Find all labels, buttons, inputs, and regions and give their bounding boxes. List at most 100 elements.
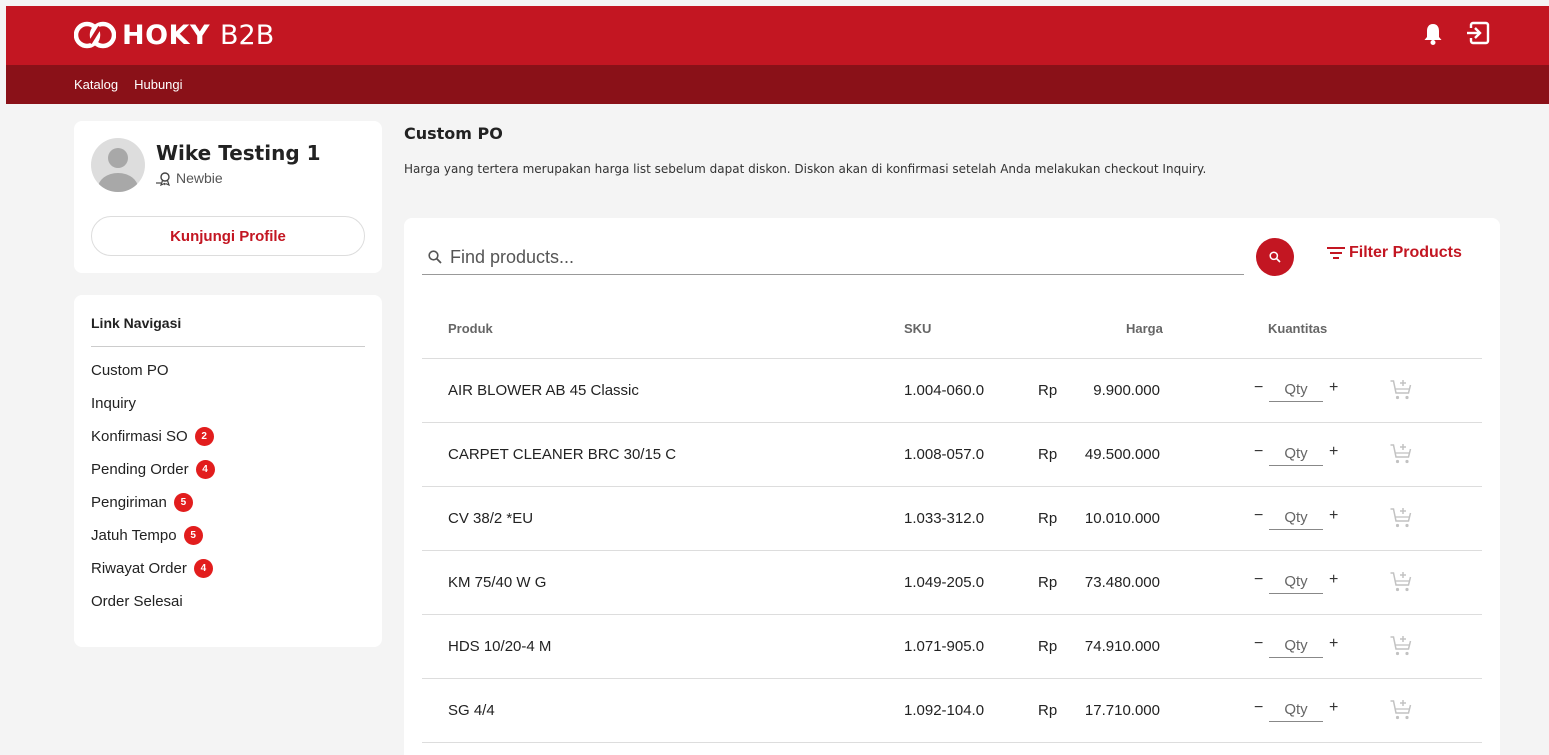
qty-increment-button[interactable]: + bbox=[1329, 635, 1338, 653]
brand-name: HOKY bbox=[122, 19, 211, 51]
table-row: CARPET CLEANER BRC 30/15 C 1.008-057.0 Rp 4… bbox=[422, 423, 1482, 487]
page-description: Harga yang tertera merupakan harga list … bbox=[404, 162, 1207, 176]
sidebar-item-inquiry[interactable]: Inquiry bbox=[91, 395, 215, 428]
quantity-input[interactable] bbox=[1269, 634, 1323, 658]
qty-decrement-button[interactable]: − bbox=[1254, 443, 1263, 461]
sidebar-item-label: Jatuh Tempo bbox=[91, 527, 177, 544]
qty-decrement-button[interactable]: − bbox=[1254, 379, 1263, 397]
price-currency: Rp bbox=[1038, 510, 1058, 527]
product-price: 10.010.000 bbox=[1084, 510, 1160, 527]
filter-products-button[interactable]: Filter Products bbox=[1326, 244, 1462, 262]
search-input[interactable] bbox=[450, 246, 1240, 268]
product-sku: 1.008-057.0 bbox=[904, 446, 985, 463]
sidebar-item-pengiriman[interactable]: Pengiriman 5 bbox=[91, 493, 215, 527]
product-price: 49.500.000 bbox=[1084, 446, 1160, 463]
sidebar-item-order-selesai[interactable]: Order Selesai bbox=[91, 593, 215, 626]
column-header-quantity: Kuantitas bbox=[1268, 321, 1328, 336]
sidebar-item-pending-order[interactable]: Pending Order 4 bbox=[91, 460, 215, 494]
table-row: AIR BLOWER AB 45 Classic 1.004-060.0 Rp 9.9… bbox=[422, 359, 1482, 423]
qty-increment-button[interactable]: + bbox=[1329, 699, 1338, 717]
qty-increment-button[interactable]: + bbox=[1329, 379, 1338, 397]
visit-profile-button[interactable]: Kunjungi Profile bbox=[91, 216, 365, 256]
quantity-input[interactable] bbox=[1269, 570, 1323, 594]
user-avatar-icon bbox=[98, 148, 138, 192]
product-price: 73.480.000 bbox=[1084, 574, 1160, 591]
search-button[interactable] bbox=[1256, 238, 1294, 276]
qty-decrement-button[interactable]: − bbox=[1254, 699, 1263, 717]
add-to-cart-icon[interactable] bbox=[1389, 570, 1413, 594]
sidebar-item-label: Riwayat Order bbox=[91, 560, 187, 577]
product-card: Filter Products Produk SKU Harga Kuantit… bbox=[404, 218, 1500, 755]
sidebar-item-label: Pending Order bbox=[91, 461, 189, 478]
search-icon bbox=[428, 250, 442, 264]
quantity-input[interactable] bbox=[1269, 442, 1323, 466]
sidebar-item-label: Konfirmasi SO bbox=[91, 428, 188, 445]
product-price: 17.710.000 bbox=[1084, 702, 1160, 719]
quantity-input[interactable] bbox=[1269, 378, 1323, 402]
top-header: HOKY B2B bbox=[6, 6, 1549, 65]
count-badge: 4 bbox=[193, 559, 213, 578]
sidebar-item-label: Inquiry bbox=[91, 395, 137, 412]
add-to-cart-icon[interactable] bbox=[1389, 378, 1413, 402]
main-nav: Katalog Hubungi bbox=[6, 65, 1549, 104]
column-header-product: Produk bbox=[448, 321, 493, 336]
sidebar-item-riwayat-order[interactable]: Riwayat Order 4 bbox=[91, 559, 215, 593]
add-to-cart-icon[interactable] bbox=[1389, 634, 1413, 658]
price-currency: Rp bbox=[1038, 574, 1058, 591]
sidebar-item-jatuh-tempo[interactable]: Jatuh Tempo 5 bbox=[91, 526, 215, 560]
hoky-logo-icon bbox=[74, 21, 116, 49]
bell-icon[interactable] bbox=[1422, 22, 1444, 46]
logout-icon[interactable] bbox=[1466, 20, 1490, 46]
product-name: AIR BLOWER AB 45 Classic bbox=[448, 382, 639, 399]
page-title: Custom PO bbox=[404, 124, 503, 143]
search-underline bbox=[422, 274, 1244, 275]
quantity-input[interactable] bbox=[1269, 506, 1323, 530]
qty-decrement-button[interactable]: − bbox=[1254, 635, 1263, 653]
add-to-cart-icon[interactable] bbox=[1389, 442, 1413, 466]
product-sku: 1.071-905.0 bbox=[904, 638, 985, 655]
navigation-card: Link Navigasi Custom PO Inquiry Konfirmasi… bbox=[74, 295, 382, 647]
product-sku: 1.092-104.0 bbox=[904, 702, 985, 719]
add-to-cart-icon[interactable] bbox=[1389, 698, 1413, 722]
profile-level-label: Newbie bbox=[176, 170, 223, 186]
column-header-price: Harga bbox=[1126, 321, 1163, 336]
sidebar-item-label: Custom PO bbox=[91, 362, 169, 379]
filter-icon bbox=[1327, 247, 1345, 259]
brand-logo[interactable]: HOKY B2B bbox=[74, 16, 274, 54]
quantity-input[interactable] bbox=[1269, 698, 1323, 722]
profile-level: Newbie bbox=[156, 170, 223, 186]
nav-hubungi[interactable]: Hubungi bbox=[134, 77, 182, 92]
table-row: KM 75/40 W G 1.049-205.0 Rp 73.480.000 − + bbox=[422, 551, 1482, 615]
qty-decrement-button[interactable]: − bbox=[1254, 571, 1263, 589]
filter-products-label: Filter Products bbox=[1349, 244, 1462, 261]
search-icon bbox=[1269, 251, 1281, 263]
count-badge: 2 bbox=[194, 427, 214, 446]
sidebar-item-label: Order Selesai bbox=[91, 593, 183, 610]
nav-katalog[interactable]: Katalog bbox=[74, 77, 118, 92]
price-currency: Rp bbox=[1038, 638, 1058, 655]
product-name: HDS 10/20-4 M bbox=[448, 638, 552, 655]
brand-sub: B2B bbox=[220, 19, 275, 51]
sidebar-item-konfirmasi-so[interactable]: Konfirmasi SO 2 bbox=[91, 427, 215, 461]
avatar bbox=[91, 138, 145, 192]
table-row: HDS 10/20-4 M 1.071-905.0 Rp 74.910.000 − + bbox=[422, 615, 1482, 679]
price-currency: Rp bbox=[1038, 446, 1058, 463]
sidebar-item-custom-po[interactable]: Custom PO bbox=[91, 362, 215, 395]
price-currency: Rp bbox=[1038, 382, 1058, 399]
product-name: KM 75/40 W G bbox=[448, 574, 547, 591]
table-row: CV 38/2 *EU 1.033-312.0 Rp 10.010.000 − + bbox=[422, 487, 1482, 551]
app-frame: HOKY B2B Katalog Hubungi Wike Testing 1 bbox=[6, 6, 1549, 755]
product-sku: 1.004-060.0 bbox=[904, 382, 985, 399]
sidebar-nav-list: Custom PO Inquiry Konfirmasi SO 2 Pending Or… bbox=[91, 362, 215, 626]
qty-increment-button[interactable]: + bbox=[1329, 443, 1338, 461]
profile-name: Wike Testing 1 bbox=[156, 141, 321, 165]
product-name: CV 38/2 *EU bbox=[448, 510, 534, 527]
table-row: SG 4/4 1.092-104.0 Rp 17.710.000 − + bbox=[422, 679, 1482, 743]
qty-increment-button[interactable]: + bbox=[1329, 571, 1338, 589]
qty-increment-button[interactable]: + bbox=[1329, 507, 1338, 525]
medal-icon bbox=[156, 171, 170, 186]
product-sku: 1.033-312.0 bbox=[904, 510, 985, 527]
product-name: CARPET CLEANER BRC 30/15 C bbox=[448, 446, 677, 463]
qty-decrement-button[interactable]: − bbox=[1254, 507, 1263, 525]
add-to-cart-icon[interactable] bbox=[1389, 506, 1413, 530]
